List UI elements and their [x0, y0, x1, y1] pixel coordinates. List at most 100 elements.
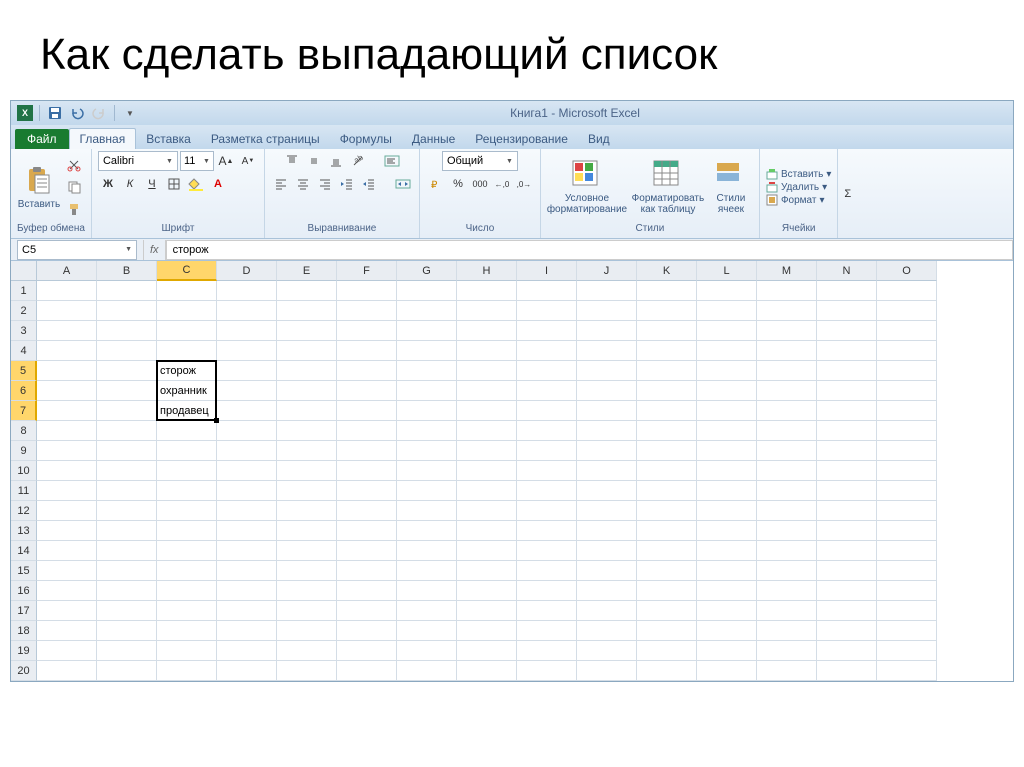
cell[interactable]: [277, 321, 337, 341]
cell[interactable]: [277, 341, 337, 361]
cell[interactable]: [37, 441, 97, 461]
cell[interactable]: [457, 381, 517, 401]
cell[interactable]: [277, 401, 337, 421]
cell[interactable]: [97, 541, 157, 561]
excel-icon[interactable]: X: [17, 105, 33, 121]
cell[interactable]: [37, 461, 97, 481]
cell[interactable]: [397, 541, 457, 561]
cell[interactable]: [577, 301, 637, 321]
cell[interactable]: [337, 501, 397, 521]
cell[interactable]: [637, 441, 697, 461]
cell[interactable]: [637, 361, 697, 381]
cell[interactable]: [757, 501, 817, 521]
cell[interactable]: [97, 421, 157, 441]
cell[interactable]: [817, 661, 877, 681]
cell[interactable]: [457, 521, 517, 541]
cell[interactable]: [397, 401, 457, 421]
cell[interactable]: [397, 621, 457, 641]
cell[interactable]: [397, 441, 457, 461]
cell[interactable]: [397, 321, 457, 341]
cell[interactable]: [877, 601, 937, 621]
cell[interactable]: [817, 521, 877, 541]
formula-input[interactable]: сторож: [166, 240, 1013, 260]
cell[interactable]: [157, 641, 217, 661]
cell[interactable]: [517, 321, 577, 341]
cell[interactable]: [757, 461, 817, 481]
cell[interactable]: [217, 561, 277, 581]
cell[interactable]: [577, 421, 637, 441]
column-header[interactable]: F: [337, 261, 397, 281]
cell[interactable]: охранник: [157, 381, 217, 401]
border-icon[interactable]: [164, 174, 184, 194]
cell[interactable]: [397, 581, 457, 601]
cell[interactable]: [877, 321, 937, 341]
select-all-corner[interactable]: [11, 261, 37, 281]
cell[interactable]: [277, 461, 337, 481]
cell[interactable]: [397, 301, 457, 321]
cell[interactable]: [637, 461, 697, 481]
name-box[interactable]: C5▼: [17, 240, 137, 260]
cell[interactable]: [697, 301, 757, 321]
cell[interactable]: [217, 301, 277, 321]
cell[interactable]: [697, 581, 757, 601]
cell[interactable]: [757, 621, 817, 641]
column-header[interactable]: J: [577, 261, 637, 281]
column-header[interactable]: M: [757, 261, 817, 281]
cell[interactable]: [577, 361, 637, 381]
qat-customize-icon[interactable]: ▼: [121, 104, 139, 122]
cell[interactable]: [277, 521, 337, 541]
cell[interactable]: [337, 661, 397, 681]
cell[interactable]: [157, 501, 217, 521]
row-header[interactable]: 13: [11, 521, 37, 541]
cell[interactable]: [877, 501, 937, 521]
cell[interactable]: [697, 441, 757, 461]
cell[interactable]: продавец: [157, 401, 217, 421]
row-header[interactable]: 8: [11, 421, 37, 441]
cell[interactable]: [157, 441, 217, 461]
cell[interactable]: [637, 501, 697, 521]
cell[interactable]: [97, 481, 157, 501]
tab-data[interactable]: Данные: [402, 129, 465, 149]
cell[interactable]: [97, 321, 157, 341]
cell[interactable]: [577, 281, 637, 301]
underline-button[interactable]: Ч: [142, 174, 162, 194]
cell[interactable]: [817, 441, 877, 461]
cell[interactable]: [637, 521, 697, 541]
insert-cells-button[interactable]: Вставить ▾: [766, 168, 831, 180]
paste-button[interactable]: Вставить: [17, 155, 61, 219]
font-color-icon[interactable]: A: [208, 174, 228, 194]
cell[interactable]: [397, 421, 457, 441]
cell[interactable]: [457, 281, 517, 301]
column-header[interactable]: I: [517, 261, 577, 281]
row-header[interactable]: 20: [11, 661, 37, 681]
file-tab[interactable]: Файл: [15, 129, 69, 149]
cell[interactable]: [97, 581, 157, 601]
cell[interactable]: [337, 621, 397, 641]
cell[interactable]: [217, 661, 277, 681]
tab-view[interactable]: Вид: [578, 129, 620, 149]
cell[interactable]: [517, 521, 577, 541]
cell[interactable]: [217, 401, 277, 421]
cell[interactable]: [577, 501, 637, 521]
cell[interactable]: [817, 361, 877, 381]
row-header[interactable]: 17: [11, 601, 37, 621]
cell[interactable]: [37, 661, 97, 681]
cell[interactable]: [877, 641, 937, 661]
cell[interactable]: [577, 401, 637, 421]
cell[interactable]: [637, 601, 697, 621]
cell[interactable]: [457, 581, 517, 601]
cell[interactable]: [97, 301, 157, 321]
cell[interactable]: [37, 521, 97, 541]
conditional-format-button[interactable]: Условное форматирование: [547, 155, 627, 219]
cell[interactable]: [37, 281, 97, 301]
cell[interactable]: [577, 561, 637, 581]
decrease-decimal-icon[interactable]: ,0→: [514, 174, 534, 194]
cell[interactable]: [97, 621, 157, 641]
cell[interactable]: [397, 521, 457, 541]
cell[interactable]: [457, 561, 517, 581]
cell[interactable]: [457, 501, 517, 521]
cell[interactable]: [577, 661, 637, 681]
number-format-select[interactable]: Общий▼: [442, 151, 518, 171]
cell[interactable]: [37, 581, 97, 601]
cell[interactable]: [757, 641, 817, 661]
